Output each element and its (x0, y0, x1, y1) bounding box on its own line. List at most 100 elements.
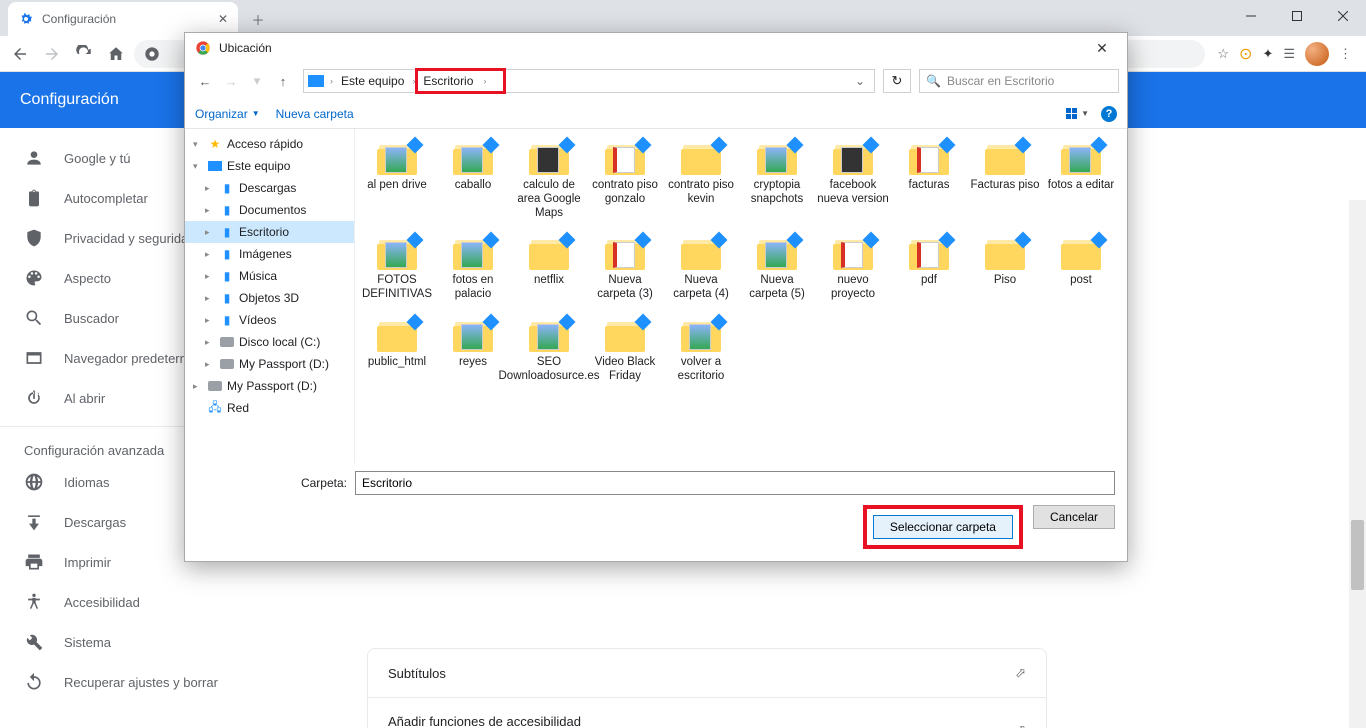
external-link-icon: ⬀ (1015, 722, 1026, 728)
menu-icon[interactable]: ⋮ (1339, 46, 1352, 62)
sidebar-label: Buscador (64, 311, 119, 326)
scrollbar-thumb[interactable] (1351, 520, 1364, 590)
folder-item[interactable]: caballo (435, 137, 511, 228)
add-a11y-row[interactable]: Añadir funciones de accesibilidad Abrir … (368, 697, 1046, 728)
breadcrumb-current[interactable]: Escritorio› (417, 70, 504, 92)
folder-item[interactable]: facebook nueva version (815, 137, 891, 228)
tree-item[interactable]: ▸▮Música (185, 265, 354, 287)
folder-item[interactable]: Facturas piso (967, 137, 1043, 228)
reload-button[interactable] (70, 40, 98, 68)
folder-item[interactable]: fotos a editar (1043, 137, 1119, 228)
tree-item[interactable]: ▸▮Vídeos (185, 309, 354, 331)
dialog-footer: Carpeta: Seleccionar carpeta Cancelar (185, 463, 1127, 561)
gear-icon (18, 11, 34, 27)
caret-icon: ▸ (205, 205, 215, 216)
folder-item[interactable]: Piso (967, 232, 1043, 310)
window-minimize[interactable] (1228, 0, 1274, 32)
tree-item[interactable]: ▸My Passport (D:) (185, 375, 354, 397)
new-tab-button[interactable]: ＋ (244, 5, 272, 33)
folder-item[interactable]: FOTOS DEFINITIVAS (359, 232, 435, 310)
tree-item[interactable]: ▸Disco local (C:) (185, 331, 354, 353)
ext-icon-1[interactable]: ⊙ (1239, 44, 1252, 64)
tree-label: Objetos 3D (239, 291, 299, 305)
tree-item[interactable]: ▸▮Descargas (185, 177, 354, 199)
view-mode-button[interactable]: ▼ (1066, 108, 1089, 119)
pc-icon (308, 75, 324, 87)
scrollbar[interactable] (1349, 200, 1366, 728)
forward-button[interactable] (38, 40, 66, 68)
folder-icon (603, 236, 647, 272)
folder-item[interactable]: contrato piso gonzalo (587, 137, 663, 228)
folder-icon (755, 141, 799, 177)
palette-icon (24, 268, 44, 288)
folder-name-input[interactable] (355, 471, 1115, 495)
profile-avatar[interactable] (1305, 42, 1329, 66)
folder-name: Video Black Friday (589, 356, 661, 384)
folder-icon (451, 318, 495, 354)
tree-item[interactable]: ▸▮Escritorio (185, 221, 354, 243)
sidebar-item[interactable]: Sistema (0, 622, 247, 662)
nav-recent-button[interactable]: ▾ (245, 69, 269, 93)
tree-item[interactable]: ▸▮Imágenes (185, 243, 354, 265)
home-button[interactable] (102, 40, 130, 68)
folder-item[interactable]: al pen drive (359, 137, 435, 228)
folder-name: fotos a editar (1048, 179, 1114, 193)
breadcrumb-bar[interactable]: › Este equipo › Escritorio› ⌄ (303, 69, 875, 93)
tree-item[interactable]: ▸▮Documentos (185, 199, 354, 221)
folder-item[interactable]: calculo de area Google Maps (511, 137, 587, 228)
tree-item[interactable]: 🖧Red (185, 397, 354, 419)
folder-item[interactable]: facturas (891, 137, 967, 228)
select-folder-button[interactable]: Seleccionar carpeta (873, 515, 1013, 539)
folder-item[interactable]: pdf (891, 232, 967, 310)
folder-item[interactable]: Nueva carpeta (3) (587, 232, 663, 310)
nav-up-button[interactable]: ↑ (271, 69, 295, 93)
folder-icon (679, 318, 723, 354)
search-input[interactable]: 🔍 Buscar en Escritorio (919, 69, 1119, 93)
caret-icon: ▸ (205, 227, 215, 238)
back-button[interactable] (6, 40, 34, 68)
folder-name: reyes (459, 356, 487, 370)
folder-item[interactable]: Nueva carpeta (4) (663, 232, 739, 310)
chevron-icon: › (330, 76, 333, 86)
folder-item[interactable]: contrato piso kevin (663, 137, 739, 228)
extensions-icon[interactable]: ✦ (1262, 46, 1273, 62)
folder-item[interactable]: post (1043, 232, 1119, 310)
window-close[interactable] (1320, 0, 1366, 32)
folder-item[interactable]: cryptopia snapchots (739, 137, 815, 228)
tree-item[interactable]: ▸My Passport (D:) (185, 353, 354, 375)
new-folder-button[interactable]: Nueva carpeta (276, 107, 354, 121)
folder-icon: ▮ (219, 225, 235, 239)
folder-tree: ▾★Acceso rápido▾Este equipo▸▮Descargas▸▮… (185, 129, 355, 463)
nav-forward-button[interactable]: → (219, 69, 243, 93)
breadcrumb-pc[interactable]: Este equipo (335, 72, 410, 90)
sidebar-label: Aspecto (64, 271, 111, 286)
window-controls (1228, 0, 1366, 32)
folder-item[interactable]: Nueva carpeta (5) (739, 232, 815, 310)
dialog-close-button[interactable]: ✕ (1087, 40, 1117, 57)
cancel-button[interactable]: Cancelar (1033, 505, 1115, 529)
refresh-button[interactable]: ↻ (883, 69, 911, 93)
window-maximize[interactable] (1274, 0, 1320, 32)
reading-list-icon[interactable]: ☰ (1283, 46, 1295, 62)
folder-item[interactable]: netflix (511, 232, 587, 310)
folder-item[interactable]: Video Black Friday (587, 314, 663, 392)
help-icon[interactable]: ? (1101, 106, 1117, 122)
tree-item[interactable]: ▸▮Objetos 3D (185, 287, 354, 309)
star-icon[interactable]: ☆ (1217, 46, 1229, 62)
folder-icon: ▮ (219, 247, 235, 261)
breadcrumb-dropdown[interactable]: ⌄ (850, 74, 870, 88)
tree-item[interactable]: ▾Este equipo (185, 155, 354, 177)
folder-item[interactable]: SEO Downloadosurce.es (511, 314, 587, 392)
nav-back-button[interactable]: ← (193, 69, 217, 93)
folder-item[interactable]: public_html (359, 314, 435, 392)
tree-item[interactable]: ▾★Acceso rápido (185, 133, 354, 155)
subtitles-row[interactable]: Subtítulos ⬀ (368, 649, 1046, 697)
folder-item[interactable]: fotos en palacio (435, 232, 511, 310)
organize-menu[interactable]: Organizar ▼ (195, 107, 260, 121)
sidebar-item[interactable]: Recuperar ajustes y borrar (0, 662, 247, 702)
browser-tab[interactable]: Configuración ✕ (8, 2, 238, 36)
sidebar-item[interactable]: Accesibilidad (0, 582, 247, 622)
folder-item[interactable]: volver a escritorio (663, 314, 739, 392)
tab-close-icon[interactable]: ✕ (218, 12, 228, 26)
folder-item[interactable]: nuevo proyecto (815, 232, 891, 310)
